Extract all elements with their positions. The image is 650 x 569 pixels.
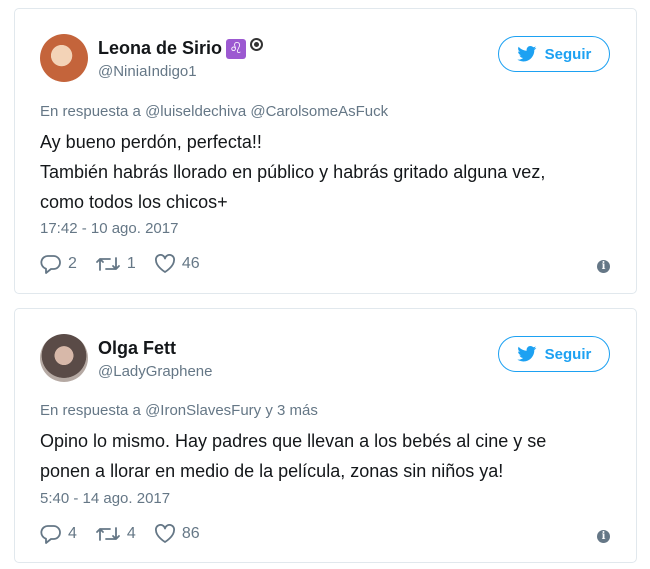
reply-button[interactable]: 4 (40, 524, 77, 544)
like-count: 46 (181, 255, 200, 272)
display-name[interactable]: Olga Fett (98, 338, 176, 359)
tweet-text-line: como todos los chicos+ (40, 192, 228, 212)
reply-context[interactable]: En respuesta a @luiseldechiva @Carolsome… (40, 103, 388, 120)
follow-label: Seguir (544, 45, 592, 63)
avatar[interactable] (40, 334, 88, 382)
reply-icon (40, 525, 61, 544)
follow-button[interactable]: Seguir (498, 336, 610, 372)
tweet-actions: 2 1 46 (40, 254, 218, 274)
tweet-text-line: ponen a llorar en medio de la película, … (40, 461, 504, 481)
retweet-icon (96, 527, 120, 541)
display-name-text[interactable]: Leona de Sirio (98, 38, 222, 58)
tweet-text: Opino lo mismo. Hay padres que llevan a … (40, 426, 620, 486)
tweet-card: Olga Fett @LadyGraphene Seguir En respue… (14, 308, 637, 563)
reply-context[interactable]: En respuesta a @IronSlavesFury y 3 más (40, 402, 318, 419)
user-handle[interactable]: @LadyGraphene (98, 363, 212, 380)
display-name[interactable]: Leona de Sirio ♌ (98, 38, 264, 59)
leo-emoji-badge: ♌ (226, 39, 247, 59)
twitter-bird-icon (517, 46, 536, 62)
reply-count: 2 (68, 255, 77, 272)
retweet-button[interactable]: 4 (95, 524, 136, 544)
avatar[interactable] (40, 34, 88, 82)
tweet-timestamp[interactable]: 17:42 - 10 ago. 2017 (40, 220, 178, 237)
reply-button[interactable]: 2 (40, 254, 77, 274)
retweet-icon (96, 257, 120, 271)
tweet-text-line: Ay bueno perdón, perfecta!! (40, 132, 262, 152)
like-count: 86 (181, 525, 200, 542)
user-handle[interactable]: @NiniaIndigo1 (98, 63, 197, 80)
tweet-text-line: Opino lo mismo. Hay padres que llevan a … (40, 431, 547, 451)
tweet-timestamp[interactable]: 5:40 - 14 ago. 2017 (40, 490, 170, 507)
tweet-card: Leona de Sirio ♌ @NiniaIndigo1 Seguir En … (14, 8, 637, 294)
follow-label: Seguir (544, 345, 592, 363)
like-button[interactable]: 46 (154, 254, 200, 274)
tweet-actions: 4 4 86 (40, 524, 218, 544)
info-icon[interactable]: i (597, 260, 610, 273)
info-icon[interactable]: i (597, 530, 610, 543)
follow-button[interactable]: Seguir (498, 36, 610, 72)
like-button[interactable]: 86 (154, 524, 200, 544)
retweet-count: 1 (126, 255, 136, 272)
tweet-text-line: También habrás llorado en público y habr… (40, 162, 546, 182)
reply-count: 4 (68, 525, 77, 542)
like-icon (154, 254, 175, 273)
like-icon (154, 524, 175, 543)
retweet-button[interactable]: 1 (95, 254, 136, 274)
circle-badge-icon (250, 38, 264, 51)
reply-icon (40, 255, 61, 274)
twitter-bird-icon (517, 346, 536, 362)
retweet-count: 4 (126, 525, 136, 542)
tweet-text: Ay bueno perdón, perfecta!! También habr… (40, 127, 620, 217)
